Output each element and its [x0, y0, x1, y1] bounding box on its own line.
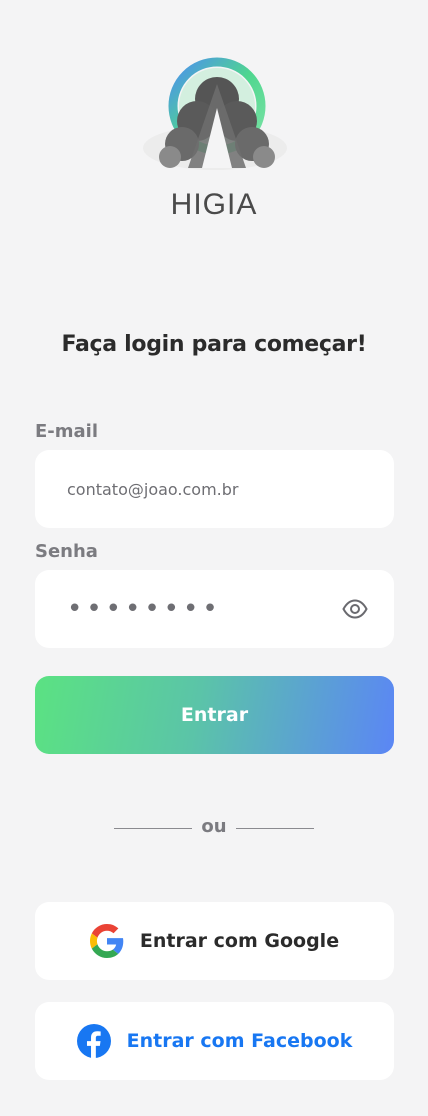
- google-button-label: Entrar com Google: [139, 930, 340, 952]
- facebook-button-label: Entrar com Facebook: [126, 1030, 353, 1052]
- eye-icon[interactable]: [342, 597, 368, 621]
- login-button[interactable]: Entrar: [35, 676, 394, 754]
- password-value: ••••••••: [67, 594, 222, 624]
- login-button-label: Entrar: [180, 704, 249, 726]
- divider-label: ou: [201, 816, 227, 837]
- email-field[interactable]: contato@joao.com.br: [35, 450, 394, 528]
- password-field[interactable]: ••••••••: [35, 570, 394, 648]
- facebook-icon: [76, 1024, 111, 1058]
- divider-line-left: [114, 828, 192, 829]
- divider-line-right: [236, 828, 314, 829]
- email-value: contato@joao.com.br: [67, 479, 239, 499]
- page-title: Faça login para começar!: [61, 332, 367, 357]
- email-label: E-mail: [35, 421, 99, 442]
- logo-icon: [143, 57, 287, 170]
- divider: ou: [0, 814, 428, 842]
- google-login-button[interactable]: Entrar com Google: [35, 902, 394, 980]
- brand-name: HIGIA: [170, 188, 258, 221]
- facebook-login-button[interactable]: Entrar com Facebook: [35, 1002, 394, 1080]
- logo: [0, 56, 428, 176]
- google-icon: [89, 924, 124, 958]
- password-label: Senha: [35, 541, 98, 562]
